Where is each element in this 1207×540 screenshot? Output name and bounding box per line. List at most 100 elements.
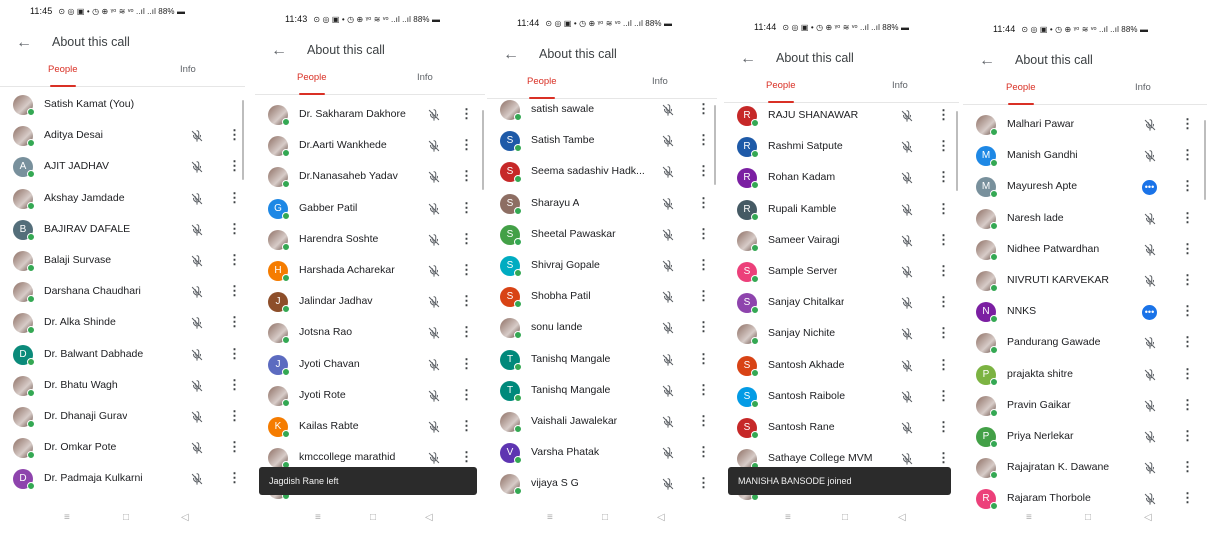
more-options-icon[interactable]: ⋮ (1181, 272, 1194, 288)
more-options-icon[interactable]: ⋮ (937, 263, 950, 279)
participant-row[interactable]: sonu lande ⋮ (487, 313, 717, 344)
more-options-icon[interactable]: ⋮ (228, 252, 241, 268)
more-options-icon[interactable]: ⋮ (228, 346, 241, 362)
more-options-icon[interactable]: ⋮ (697, 226, 710, 242)
participant-row[interactable]: S Seema sadashiv Hadk... ⋮ (487, 157, 717, 188)
more-options-icon[interactable]: ⋮ (228, 283, 241, 299)
more-options-icon[interactable]: ⋮ (460, 231, 473, 247)
more-options-icon[interactable]: ⋮ (697, 444, 710, 460)
back-icon[interactable]: ◁ (657, 512, 665, 523)
recents-icon[interactable]: ≡ (1026, 512, 1032, 523)
back-arrow-icon[interactable]: ← (16, 34, 34, 52)
more-options-icon[interactable]: ⋮ (937, 169, 950, 185)
tab-people[interactable]: People (48, 64, 78, 75)
participant-row[interactable]: Balaji Survase ⋮ (0, 246, 245, 277)
more-options-icon[interactable]: ⋮ (1181, 178, 1194, 194)
more-options-icon[interactable]: ⋮ (697, 257, 710, 273)
participant-row[interactable]: Pprajakta shitre ⋮ (963, 360, 1207, 391)
more-options-icon[interactable]: ⋮ (228, 158, 241, 174)
back-icon[interactable]: ◁ (425, 512, 433, 523)
more-options-icon[interactable]: ⋮ (697, 195, 710, 211)
more-options-icon[interactable]: ⋮ (228, 221, 241, 237)
participant-row[interactable]: Naresh lade ⋮ (963, 204, 1207, 235)
participant-row[interactable]: S Santosh Akhade ⋮ (724, 351, 959, 382)
participant-row[interactable]: Aditya Desai ⋮ (0, 121, 245, 152)
more-options-icon[interactable]: ⋮ (937, 388, 950, 404)
more-options-icon[interactable]: ⋮ (937, 357, 950, 373)
more-options-icon[interactable]: ⋮ (1181, 490, 1194, 506)
more-options-icon[interactable]: ⋮ (228, 314, 241, 330)
back-arrow-icon[interactable]: ← (503, 46, 521, 64)
participant-row[interactable]: Sanjay Nichite ⋮ (724, 319, 959, 350)
more-options-icon[interactable]: ⋮ (697, 351, 710, 367)
participant-row[interactable]: Dr.Nanasaheb Yadav ⋮ (255, 162, 485, 193)
participant-row[interactable]: Dr. Bhatu Wagh ⋮ (0, 371, 245, 402)
participant-row[interactable]: Darshana Chaudhari ⋮ (0, 277, 245, 308)
more-options-icon[interactable]: ⋮ (228, 190, 241, 206)
home-icon[interactable]: □ (123, 512, 129, 523)
participant-row[interactable]: S Santosh Rane ⋮ (724, 413, 959, 444)
participant-row[interactable]: Nidhee Patwardhan ⋮ (963, 235, 1207, 266)
more-options-icon[interactable]: ⋮ (697, 288, 710, 304)
more-options-icon[interactable]: ⋮ (228, 408, 241, 424)
more-options-icon[interactable]: ⋮ (697, 382, 710, 398)
back-icon[interactable]: ◁ (181, 512, 189, 523)
home-icon[interactable]: □ (602, 512, 608, 523)
participant-row[interactable]: S Sheetal Pawaskar ⋮ (487, 220, 717, 251)
participant-row[interactable]: M Manish Gandhi ⋮ (963, 141, 1207, 172)
tab-people[interactable]: People (527, 76, 557, 87)
tab-info[interactable]: Info (1135, 82, 1151, 93)
scrollbar[interactable] (1204, 120, 1206, 200)
home-icon[interactable]: □ (1085, 512, 1091, 523)
more-options-icon[interactable]: ⋮ (937, 294, 950, 310)
scrollbar[interactable] (956, 111, 958, 191)
more-options-icon[interactable]: ⋮ (228, 470, 241, 486)
participant-row[interactable]: S Santosh Raibole ⋮ (724, 382, 959, 413)
participant-row[interactable]: S Shobha Patil ⋮ (487, 282, 717, 313)
participant-row[interactable]: Satish Kamat (You) (0, 90, 245, 121)
more-options-icon[interactable]: ⋮ (460, 262, 473, 278)
participant-row[interactable]: Dr.Aarti Wankhede ⋮ (255, 131, 485, 162)
back-arrow-icon[interactable]: ← (271, 42, 289, 60)
participant-row[interactable]: D Dr. Padmaja Kulkarni ⋮ (0, 464, 245, 495)
participant-row[interactable]: Dr. Dhanaji Gurav ⋮ (0, 402, 245, 433)
more-options-icon[interactable]: ⋮ (460, 168, 473, 184)
participant-row[interactable]: T Tanishq Mangale ⋮ (487, 376, 717, 407)
participant-row[interactable]: R RAJU SHANAWAR ⋮ (724, 101, 959, 132)
recents-icon[interactable]: ≡ (315, 512, 321, 523)
more-options-icon[interactable]: ⋮ (1181, 241, 1194, 257)
participant-row[interactable]: S Sanjay Chitalkar ⋮ (724, 288, 959, 319)
more-options-icon[interactable]: ⋮ (1181, 334, 1194, 350)
more-options-icon[interactable]: ⋮ (1181, 397, 1194, 413)
more-options-icon[interactable]: ⋮ (1181, 459, 1194, 475)
back-arrow-icon[interactable]: ← (979, 52, 997, 70)
tab-people[interactable]: People (1006, 82, 1036, 93)
participant-row[interactable]: N NNKS ••• ⋮ (963, 297, 1207, 328)
more-options-icon[interactable]: ⋮ (697, 319, 710, 335)
participant-row[interactable]: G Gabber Patil ⋮ (255, 194, 485, 225)
participant-row[interactable]: J Jalindar Jadhav ⋮ (255, 287, 485, 318)
more-options-icon[interactable]: ⋮ (460, 418, 473, 434)
participant-row[interactable]: Rajajratan K. Dawane ⋮ (963, 453, 1207, 484)
more-options-icon[interactable]: ⋮ (697, 413, 710, 429)
more-options-icon[interactable]: ⋮ (460, 137, 473, 153)
tab-people[interactable]: People (766, 80, 796, 91)
participant-row[interactable]: vijaya S G ⋮ (487, 469, 717, 500)
participant-row[interactable]: H Harshada Acharekar ⋮ (255, 256, 485, 287)
scrollbar[interactable] (714, 105, 716, 185)
scrollbar[interactable] (482, 110, 484, 190)
participant-row[interactable]: Jyoti Rote ⋮ (255, 381, 485, 412)
participant-row[interactable]: V Varsha Phatak ⋮ (487, 438, 717, 469)
more-options-icon[interactable]: ⋮ (228, 377, 241, 393)
more-options-icon[interactable]: ⋮ (1181, 210, 1194, 226)
participant-row[interactable]: Vaishali Jawalekar ⋮ (487, 407, 717, 438)
back-icon[interactable]: ◁ (898, 512, 906, 523)
more-options-icon[interactable]: ⋮ (697, 101, 710, 117)
participant-row[interactable]: Dr. Sakharam Dakhore ⋮ (255, 100, 485, 131)
home-icon[interactable]: □ (370, 512, 376, 523)
participant-row[interactable]: D Dr. Balwant Dabhade ⋮ (0, 340, 245, 371)
back-arrow-icon[interactable]: ← (740, 50, 758, 68)
home-icon[interactable]: □ (842, 512, 848, 523)
more-options-icon[interactable]: ⋮ (460, 106, 473, 122)
participant-row[interactable]: B BAJIRAV DAFALE ⋮ (0, 215, 245, 246)
